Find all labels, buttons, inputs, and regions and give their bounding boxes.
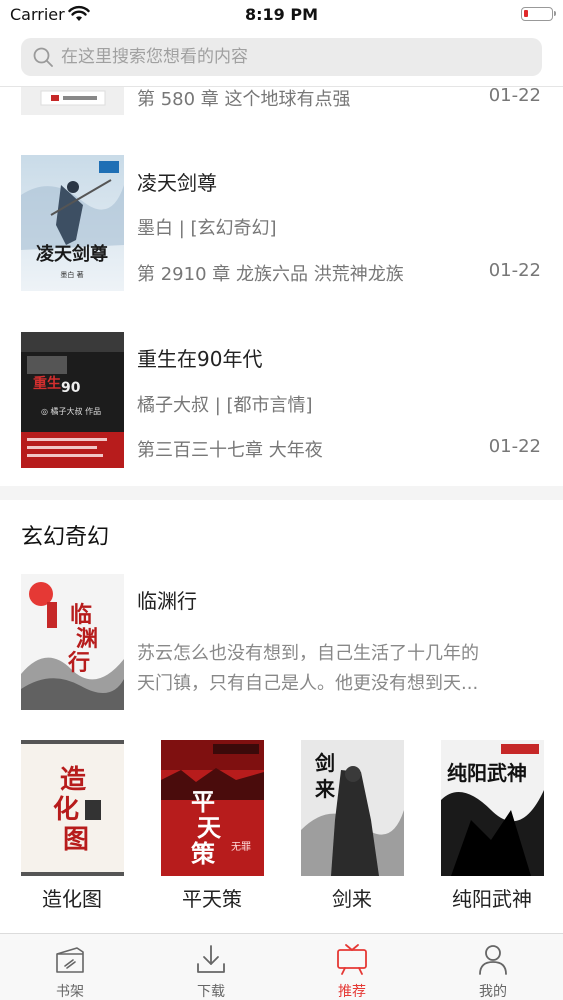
tab-profile[interactable]: 我的 [423,934,563,1000]
svg-text:90: 90 [61,380,81,396]
section-title: 玄幻奇幻 [21,525,110,550]
tab-label: 书架 [56,984,84,1000]
profile-icon [479,945,507,975]
svg-text:行: 行 [67,650,90,676]
svg-text:化: 化 [53,795,79,825]
search-bar[interactable] [21,38,542,76]
update-date: 01-22 [488,87,541,106]
tab-label: 下载 [197,984,225,1000]
tab-download[interactable]: 下载 [141,934,281,1000]
content-scroll[interactable]: 第 580 章 这个地球有点强 01-22 凌天剑尊 墨白 著 凌天剑尊 墨白 … [0,87,563,933]
svg-text:渊: 渊 [76,627,98,652]
book-cover: 造 化 图 [21,740,124,876]
featured-description: 苏云怎么也没有想到，自己生活了十几年的 天门镇，只有自己是人。他更没有想到天..… [137,639,537,699]
bookshelf-icon [56,947,84,973]
grid-book-title: 剑来 [332,887,372,911]
svg-text:剑: 剑 [314,751,335,775]
grid-book-title: 平天策 [182,887,242,911]
svg-text:来: 来 [314,777,336,801]
book-title: 凌天剑尊 [137,171,217,195]
search-input[interactable] [61,38,531,76]
grid-book-title: 纯阳武神 [452,887,532,911]
svg-text:临: 临 [70,602,92,628]
book-cover: 纯阳武神 [441,740,544,876]
update-chapter: 第三百三十七章 大年夜 [137,440,323,461]
book-cover: 剑 来 [301,740,404,876]
search-icon [33,47,53,67]
svg-text:重生: 重生 [33,375,61,392]
svg-text:天: 天 [197,814,221,842]
featured-title: 临渊行 [137,589,197,613]
tab-bookshelf[interactable]: 书架 [0,934,140,1000]
svg-text:策: 策 [191,840,216,868]
svg-text:墨白 著: 墨白 著 [60,270,83,279]
svg-text:平: 平 [191,788,215,816]
update-chapter: 第 2910 章 龙族六品 洪荒神龙族 [137,264,404,285]
svg-text:图: 图 [63,825,89,855]
svg-text:造: 造 [60,765,86,795]
book-cover: 临 渊 行 [21,574,124,710]
book-meta: 墨白 | [玄幻奇幻] [137,218,277,239]
update-date: 01-22 [488,260,541,281]
download-icon [197,945,225,973]
svg-text:纯阳武神: 纯阳武神 [447,761,527,785]
book-cover: 平 天 策 无罪 [161,740,264,876]
grid-book-title: 造化图 [42,887,102,911]
tab-label: 推荐 [338,984,366,1000]
tab-recommend[interactable]: 推荐 [282,934,422,1000]
book-cover [21,87,124,115]
status-time: 8:19 PM [244,5,318,24]
battery-icon [521,7,556,21]
description-line: 苏云怎么也没有想到，自己生活了十几年的 [137,643,479,664]
update-date: 01-22 [488,436,541,457]
book-meta: 橘子大叔 | [都市言情] [137,395,313,416]
recommend-icon [337,944,367,975]
svg-text:◎ 橘子大叔 作品: ◎ 橘子大叔 作品 [41,406,101,416]
description-line: 天门镇，只有自己是人。他更没有想到天... [137,673,479,694]
tab-label: 我的 [479,984,507,1000]
tab-bar: 书架 下载 推荐 我的 [0,933,563,1000]
book-cover: 凌天剑尊 墨白 著 [21,155,124,291]
book-title: 重生在90年代 [137,347,263,371]
svg-text:凌天剑尊: 凌天剑尊 [36,243,108,265]
update-chapter: 第 580 章 这个地球有点强 [137,89,351,110]
svg-text:无罪: 无罪 [231,841,251,853]
book-cover: 重生 90 ◎ 橘子大叔 作品 [21,332,124,468]
section-divider [0,486,563,500]
status-bar: Carrier 8:19 PM [0,0,563,30]
